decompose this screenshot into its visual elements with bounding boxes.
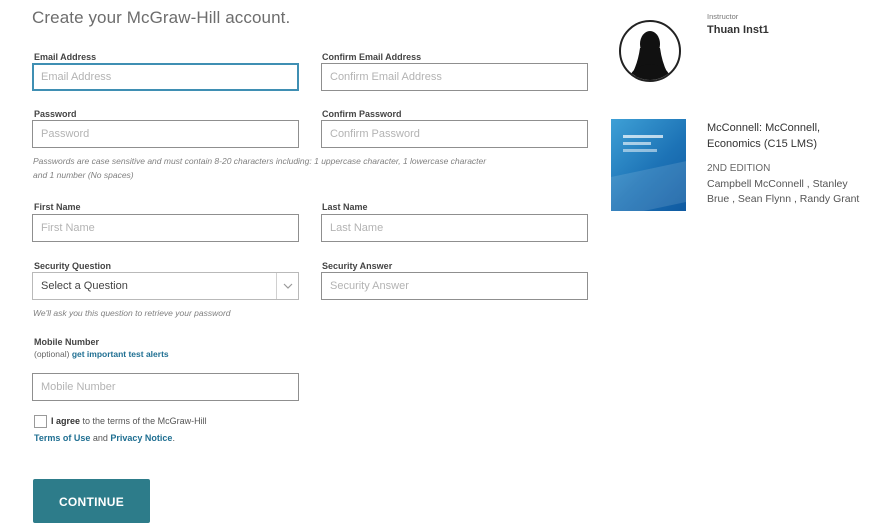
user-silhouette-icon <box>629 31 671 80</box>
security-question-label: Security Question <box>34 261 112 271</box>
alerts-link[interactable]: get important test alerts <box>72 349 169 359</box>
last-name-label: Last Name <box>322 202 368 212</box>
confirm-email-label: Confirm Email Address <box>322 52 422 62</box>
password-help: Passwords are case sensitive and must co… <box>33 154 593 182</box>
page-title: Create your McGraw-Hill account. <box>32 8 291 27</box>
security-answer-label: Security Answer <box>322 261 393 271</box>
instructor-heading: Instructor <box>707 12 739 21</box>
mobile-label: Mobile Number <box>34 337 100 347</box>
period-text: . <box>172 433 175 443</box>
avatar <box>619 20 681 82</box>
chevron-down-icon <box>276 273 298 299</box>
terms-checkbox[interactable] <box>34 415 47 428</box>
book-title-line-1: McConnell: McConnell, <box>707 122 821 134</box>
security-question-value: Select a Question <box>41 280 128 292</box>
book-title-line-2: Economics (C15 LMS) <box>707 138 818 150</box>
password-help-line-2: and 1 number (No spaces) <box>33 170 134 180</box>
confirm-password-label: Confirm Password <box>322 109 402 119</box>
first-name-label: First Name <box>34 202 81 212</box>
mobile-input[interactable]: Mobile Number <box>32 373 299 401</box>
book-authors-line-1: Campbell McConnell , Stanley <box>707 178 848 190</box>
terms-text: I agree to the terms of the McGraw-Hill <box>51 413 207 430</box>
agree-rest: to the terms of the McGraw-Hill <box>80 416 207 426</box>
and-text: and <box>90 433 111 443</box>
password-help-line-1: Passwords are case sensitive and must co… <box>33 156 487 166</box>
mobile-optional: (optional) get important test alerts <box>34 349 169 359</box>
agree-text: I agree <box>51 416 81 426</box>
book-edition: 2ND EDITION <box>707 163 771 174</box>
password-input[interactable]: Password <box>32 120 299 148</box>
confirm-email-input[interactable]: Confirm Email Address <box>321 63 588 91</box>
privacy-notice-link[interactable]: Privacy Notice <box>110 433 172 443</box>
security-answer-input[interactable]: Security Answer <box>321 272 588 300</box>
security-question-select[interactable]: Select a Question <box>32 272 299 300</box>
confirm-password-input[interactable]: Confirm Password <box>321 120 588 148</box>
email-label: Email Address <box>34 52 97 62</box>
instructor-name: Thuan Inst1 <box>707 24 769 36</box>
book-title: McConnell: McConnell, Economics (C15 LMS… <box>707 120 820 152</box>
first-name-input[interactable]: First Name <box>32 214 299 242</box>
book-cover <box>611 119 686 211</box>
terms-links: Terms of Use and Privacy Notice. <box>34 430 175 447</box>
terms-of-use-link[interactable]: Terms of Use <box>34 433 90 443</box>
last-name-input[interactable]: Last Name <box>321 214 588 242</box>
mobile-optional-prefix: (optional) <box>34 349 70 359</box>
email-input[interactable]: Email Address <box>32 63 299 91</box>
continue-button[interactable]: CONTINUE <box>33 479 150 523</box>
book-authors: Campbell McConnell , Stanley Brue , Sean… <box>707 177 859 207</box>
security-help: We'll ask you this question to retrieve … <box>33 308 231 318</box>
password-label: Password <box>34 109 77 119</box>
book-authors-line-2: Brue , Sean Flynn , Randy Grant <box>707 193 860 205</box>
